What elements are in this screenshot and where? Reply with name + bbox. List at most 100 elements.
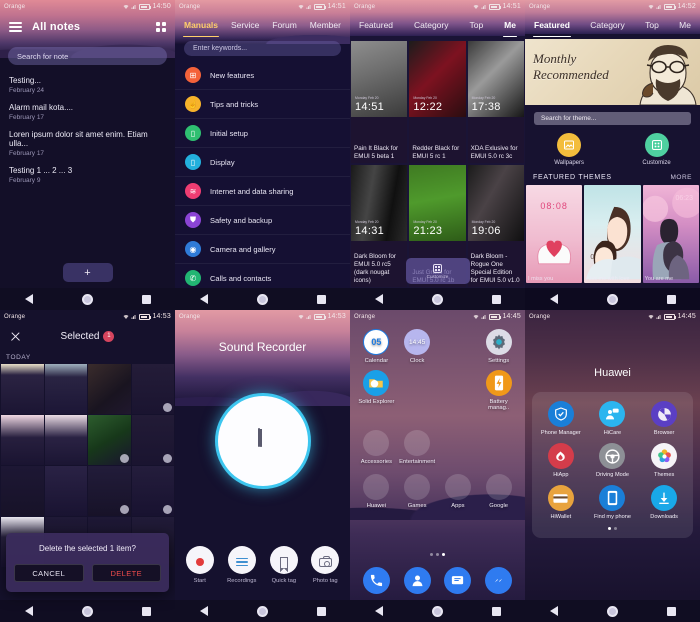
list-item[interactable] xyxy=(88,466,131,516)
record-button[interactable] xyxy=(217,396,308,486)
list-item[interactable] xyxy=(88,415,131,465)
add-note-button[interactable]: + xyxy=(62,263,113,282)
tab-top[interactable]: Top xyxy=(468,18,484,32)
tab-featured[interactable]: Featured xyxy=(533,18,571,37)
list-item[interactable] xyxy=(1,466,44,516)
recents-icon[interactable] xyxy=(491,294,501,304)
tab-me[interactable]: Me xyxy=(503,18,517,37)
grid-view-icon[interactable] xyxy=(156,22,166,32)
theme-card[interactable]: Monday Feb 20 14:51 Pain It Black for EM… xyxy=(351,41,408,163)
list-item[interactable] xyxy=(44,415,87,465)
app-clock[interactable]: 14:45 Clock xyxy=(397,329,438,364)
tab-top[interactable]: Top xyxy=(644,18,660,32)
tab-category[interactable]: Category xyxy=(413,18,450,32)
list-item[interactable] xyxy=(131,415,174,465)
back-icon[interactable] xyxy=(24,606,33,616)
recents-icon[interactable] xyxy=(141,606,151,616)
app-battery-manager[interactable]: Battery manag.. xyxy=(478,370,519,411)
tab-me[interactable]: Me xyxy=(678,18,692,32)
app-phone-manager[interactable]: Phone Manager xyxy=(535,401,587,436)
folder-entertainment[interactable]: Entertainment xyxy=(397,427,438,465)
page-dot-active[interactable] xyxy=(608,527,611,530)
app-downloads[interactable]: Downloads xyxy=(638,485,690,520)
app-browser[interactable]: Browser xyxy=(638,401,690,436)
list-item[interactable]: ▯ Initial setup xyxy=(175,119,350,148)
quick-tag-button[interactable]: Quick tag xyxy=(269,546,298,584)
promo-banner[interactable]: Monthly Recommended xyxy=(525,39,700,105)
featured-theme-card[interactable]: 08:08 I miss you xyxy=(526,185,583,283)
back-icon[interactable] xyxy=(199,606,208,616)
dock-contacts[interactable] xyxy=(403,567,431,594)
recents-icon[interactable] xyxy=(316,294,326,304)
home-icon[interactable] xyxy=(431,605,443,617)
list-item[interactable] xyxy=(131,364,174,414)
shortcut-wallpapers[interactable]: Wallpapers xyxy=(554,133,584,166)
list-item[interactable]: Testing... February 24 xyxy=(0,72,175,99)
home-icon[interactable] xyxy=(81,293,93,305)
home-icon[interactable] xyxy=(606,605,618,617)
tab-manuals[interactable]: Manuals xyxy=(183,18,220,37)
page-dot-active[interactable] xyxy=(442,553,445,556)
theme-card[interactable]: Monday Feb 20 19:06 Dark Bloom - Rogue O… xyxy=(467,165,524,287)
menu-icon[interactable] xyxy=(9,20,22,35)
cancel-button[interactable]: CANCEL xyxy=(14,564,84,582)
tab-service[interactable]: Service xyxy=(230,18,260,32)
search-input[interactable]: Enter keywords... xyxy=(184,41,341,56)
app-hiapp[interactable]: HiApp xyxy=(535,443,587,478)
list-item[interactable]: ◉ Camera and gallery xyxy=(175,235,350,264)
app-find-my-phone[interactable]: Find my phone xyxy=(587,485,639,520)
app-settings[interactable]: Settings xyxy=(478,329,519,364)
app-hicare[interactable]: HiCare xyxy=(587,401,639,436)
app-calendar[interactable]: 05 Calendar xyxy=(356,329,397,364)
list-item[interactable] xyxy=(131,466,174,516)
shortcut-customize[interactable]: Customize xyxy=(642,133,671,166)
list-item[interactable]: ⛊ Safety and backup xyxy=(175,206,350,235)
photo-tag-button[interactable]: Photo tag xyxy=(311,546,340,584)
folder-huawei[interactable]: Huawei xyxy=(356,471,397,509)
tab-featured[interactable]: Featured xyxy=(358,18,394,32)
list-item[interactable] xyxy=(44,364,87,414)
list-item[interactable] xyxy=(88,364,131,414)
list-item[interactable]: ⊞ New features xyxy=(175,61,350,90)
app-driving-mode[interactable]: Driving Mode xyxy=(587,443,639,478)
home-icon[interactable] xyxy=(81,605,93,617)
back-icon[interactable] xyxy=(549,294,558,304)
list-item[interactable]: Loren ipsum dolor sit amet enim. Etiam u… xyxy=(0,126,175,162)
home-icon[interactable] xyxy=(256,293,268,305)
list-item[interactable]: Testing 1 ... 2 ... 3 February 9 xyxy=(0,162,175,189)
theme-card[interactable]: Monday Feb 20 17:38 XDA Exlusive for EMU… xyxy=(467,41,524,163)
recents-icon[interactable] xyxy=(491,606,501,616)
recents-icon[interactable] xyxy=(316,606,326,616)
page-dot[interactable] xyxy=(430,553,433,556)
app-hiwallet[interactable]: HiWallet xyxy=(535,485,587,520)
home-icon[interactable] xyxy=(431,293,443,305)
list-item[interactable]: ▯ Display xyxy=(175,148,350,177)
more-button[interactable]: MORE xyxy=(671,174,693,181)
start-button[interactable]: Start xyxy=(185,546,214,584)
recents-icon[interactable] xyxy=(666,294,676,304)
folder-games[interactable]: Games xyxy=(397,471,438,509)
back-icon[interactable] xyxy=(24,294,33,304)
list-item[interactable]: ☝ Tips and tricks xyxy=(175,90,350,119)
tab-member[interactable]: Member xyxy=(309,18,342,32)
list-item[interactable] xyxy=(1,364,44,414)
back-icon[interactable] xyxy=(374,294,383,304)
back-icon[interactable] xyxy=(549,606,558,616)
tab-forum[interactable]: Forum xyxy=(271,18,298,32)
back-icon[interactable] xyxy=(199,294,208,304)
app-solid-explorer[interactable]: Solid Explorer xyxy=(356,370,397,411)
folder-google[interactable]: Google xyxy=(478,471,519,509)
page-dot[interactable] xyxy=(614,527,617,530)
folder-apps[interactable]: Apps xyxy=(438,471,479,509)
app-themes[interactable]: Themes xyxy=(638,443,690,478)
featured-theme-card[interactable]: 06:23 You are me xyxy=(642,185,699,283)
home-icon[interactable] xyxy=(256,605,268,617)
recents-icon[interactable] xyxy=(666,606,676,616)
list-item[interactable]: ≋ Internet and data sharing xyxy=(175,177,350,206)
customize-button[interactable]: Customize xyxy=(405,258,470,284)
search-input[interactable]: Search for theme... xyxy=(534,112,691,125)
delete-button[interactable]: DELETE xyxy=(91,564,161,582)
featured-theme-card[interactable]: 06:06 Kiss me with love xyxy=(584,185,641,283)
theme-card[interactable]: Monday Feb 20 14:31 Dark Bloom for EMUI … xyxy=(351,165,408,287)
dock-phone[interactable] xyxy=(362,567,390,594)
